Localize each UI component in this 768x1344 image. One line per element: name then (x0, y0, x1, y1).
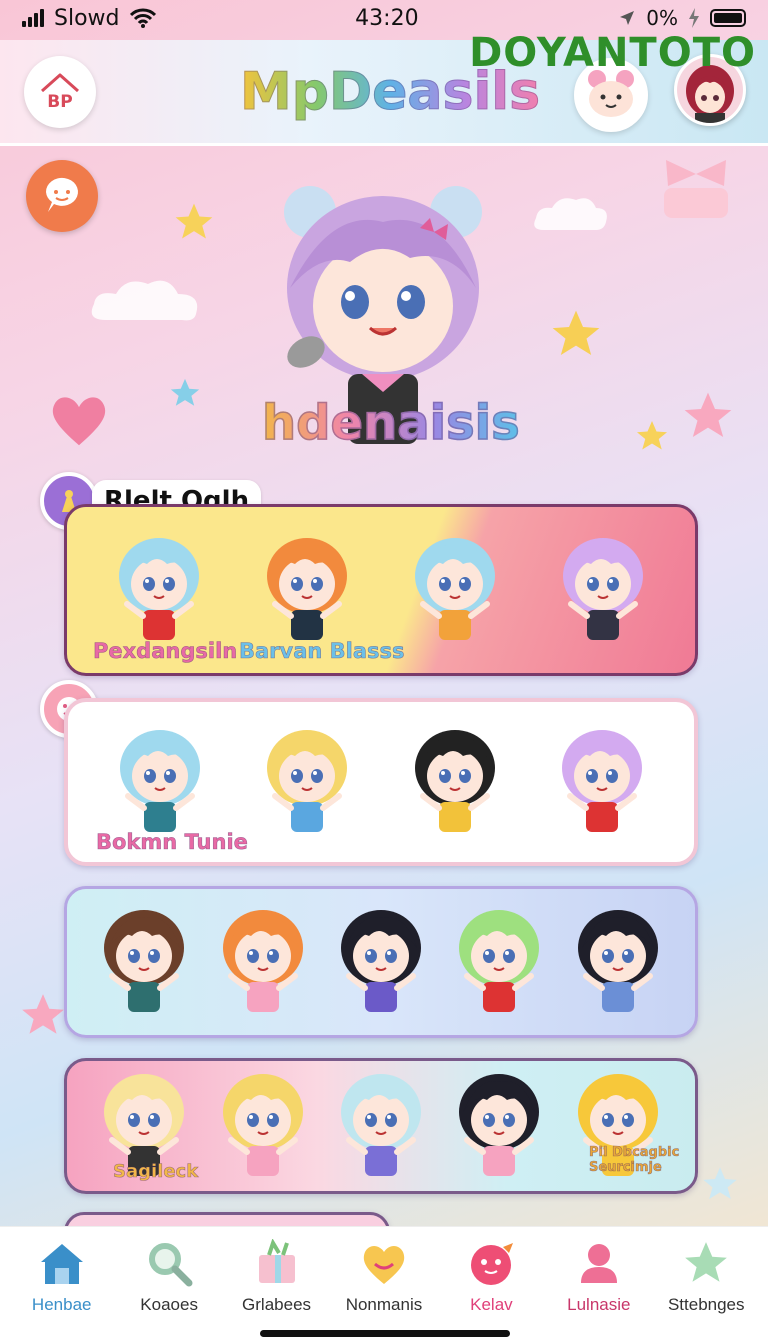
character-card-3[interactable] (64, 886, 698, 1038)
character-avatar[interactable] (110, 722, 210, 842)
character-avatar[interactable] (109, 530, 209, 650)
nav-label: Lulnasie (567, 1295, 631, 1314)
character-avatar[interactable] (449, 902, 549, 1022)
character-avatar[interactable] (405, 530, 505, 650)
character-avatar[interactable] (94, 902, 194, 1022)
chibi-figure (267, 538, 347, 640)
character-avatar[interactable] (552, 722, 652, 842)
chibi-figure (222, 1074, 303, 1176)
character-avatar[interactable] (213, 1066, 313, 1186)
chibi-figure (119, 730, 200, 832)
location-icon (620, 11, 635, 25)
carrier-label: Slowd (54, 5, 120, 31)
character-avatar[interactable] (405, 722, 505, 842)
home-indicator (260, 1330, 510, 1337)
star-icon (170, 378, 200, 406)
character-avatar[interactable] (449, 1066, 549, 1186)
chibi-figure (459, 910, 540, 1012)
battery-icon (709, 9, 746, 27)
chibi-figure (459, 1074, 540, 1176)
hero-title: hdenaisis (261, 394, 520, 452)
nav-item-gifts[interactable]: Grlabees (225, 1235, 329, 1344)
wifi-icon (129, 8, 156, 28)
character-avatar[interactable] (331, 1066, 431, 1186)
chibi-figure (267, 730, 348, 832)
nav-item-profile[interactable]: Lulnasie (547, 1235, 651, 1344)
logo-text: BP (47, 92, 72, 112)
chibi-figure (577, 910, 658, 1012)
gift-icon (249, 1235, 305, 1291)
nav-item-home[interactable]: Henbae (10, 1235, 114, 1344)
character-name: Bokmn Tunie (96, 830, 249, 855)
nav-label: Sttebnges (667, 1295, 745, 1314)
star-icon (175, 203, 213, 239)
logo-button[interactable]: BP (24, 56, 96, 128)
character-avatar[interactable] (257, 722, 357, 842)
chat-bubble-icon (45, 177, 78, 212)
chibi-figure (104, 910, 185, 1012)
star-icon (703, 1167, 737, 1199)
bow-decoration (664, 160, 728, 218)
signal-icon (22, 9, 44, 27)
character-avatar[interactable] (553, 530, 653, 650)
home-icon (34, 1235, 90, 1291)
nav-label: Kelav (470, 1295, 513, 1314)
star-settings-icon (678, 1235, 734, 1291)
cloud-decoration (534, 198, 607, 230)
chibi-figure (340, 1074, 421, 1176)
character-card-1[interactable]: Pexdangsiln Barvan Blasss (64, 504, 698, 676)
nav-item-mascot[interactable]: Kelav (439, 1235, 543, 1344)
chibi-figure (563, 538, 643, 640)
nav-item-favorites[interactable]: Nonmanis (332, 1235, 436, 1344)
chibi-figure (340, 910, 421, 1012)
character-name: Sagileck (113, 1161, 199, 1183)
star-icon (637, 421, 667, 450)
character-name: Barvan Blasss (239, 639, 405, 664)
star-icon (552, 310, 600, 355)
bottom-nav: Henbae Koaoes Grlabees Nonmanis Kelav Lu… (0, 1226, 768, 1344)
character-avatar[interactable] (331, 902, 431, 1022)
house-logo-icon: BP (41, 73, 79, 112)
character-card-2[interactable]: Bokmn Tunie (64, 698, 698, 866)
heart-face-icon (356, 1235, 412, 1291)
heart-icon (52, 397, 106, 446)
character-name: Pexdangsiln (93, 639, 238, 664)
charging-icon (688, 8, 699, 28)
nav-label: Grlabees (242, 1295, 312, 1314)
chibi-figure (414, 730, 495, 832)
cloud-decoration (91, 280, 198, 321)
character-avatar[interactable] (257, 530, 357, 650)
chibi-figure (415, 538, 495, 640)
chat-button[interactable] (26, 160, 98, 232)
chibi-figure (222, 910, 303, 1012)
character-avatar[interactable] (568, 902, 668, 1022)
battery-percent: 0% (646, 6, 678, 30)
clock: 43:20 (355, 5, 419, 31)
character-name: Pil Dbcagbic Seurcimje (589, 1145, 680, 1176)
chibi-figure (119, 538, 199, 640)
nav-label: Nonmanis (345, 1295, 423, 1314)
chibi-figure (562, 730, 643, 832)
star-icon (22, 994, 64, 1034)
nav-item-search[interactable]: Koaoes (117, 1235, 221, 1344)
nav-label: Henbae (31, 1295, 92, 1314)
profile-icon (571, 1235, 627, 1291)
star-icon (684, 392, 732, 437)
search-icon (141, 1235, 197, 1291)
nav-label: Koaoes (140, 1295, 198, 1314)
character-avatar[interactable] (213, 902, 313, 1022)
watermark: DOYANTOTO (469, 30, 756, 76)
mascot-icon (463, 1235, 519, 1291)
nav-item-settings[interactable]: Sttebnges (654, 1235, 758, 1344)
character-card-4[interactable]: Sagileck Pil Dbcagbic Seurcimje (64, 1058, 698, 1194)
